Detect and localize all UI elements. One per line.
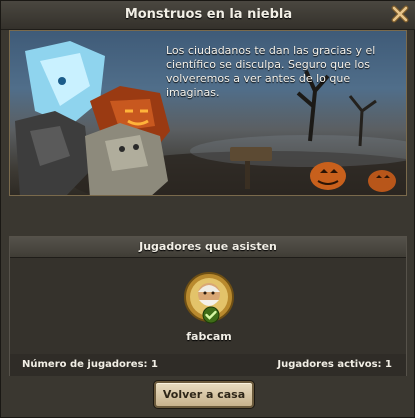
close-x-icon [391,5,409,23]
player-card[interactable]: fabcam [177,270,241,343]
attending-title: Jugadores que asisten [139,240,277,253]
dialog-title: Monstruos en la niebla [124,7,293,22]
close-button[interactable] [390,4,410,24]
checkmark-icon [202,306,220,324]
players-count: Número de jugadores: 1 [22,359,158,370]
player-name: fabcam [186,330,232,343]
title-bar: Monstruos en la niebla [1,1,415,30]
attending-players-panel: Jugadores que asisten fabcam Número de j… [9,236,407,376]
return-home-button[interactable]: Volver a casa [154,381,254,408]
event-dialog: Monstruos en la niebla Los ciudadanos te… [0,0,415,418]
player-avatar [184,272,234,324]
stats-bar: Número de jugadores: 1 Jugadores activos… [10,354,406,376]
active-players-count: Jugadores activos: 1 [277,359,392,370]
story-panel: Los ciudadanos te dan las gracias y el c… [9,30,407,196]
attending-header: Jugadores que asisten [10,237,406,258]
story-text: Los ciudadanos te dan las gracias y el c… [166,44,376,99]
